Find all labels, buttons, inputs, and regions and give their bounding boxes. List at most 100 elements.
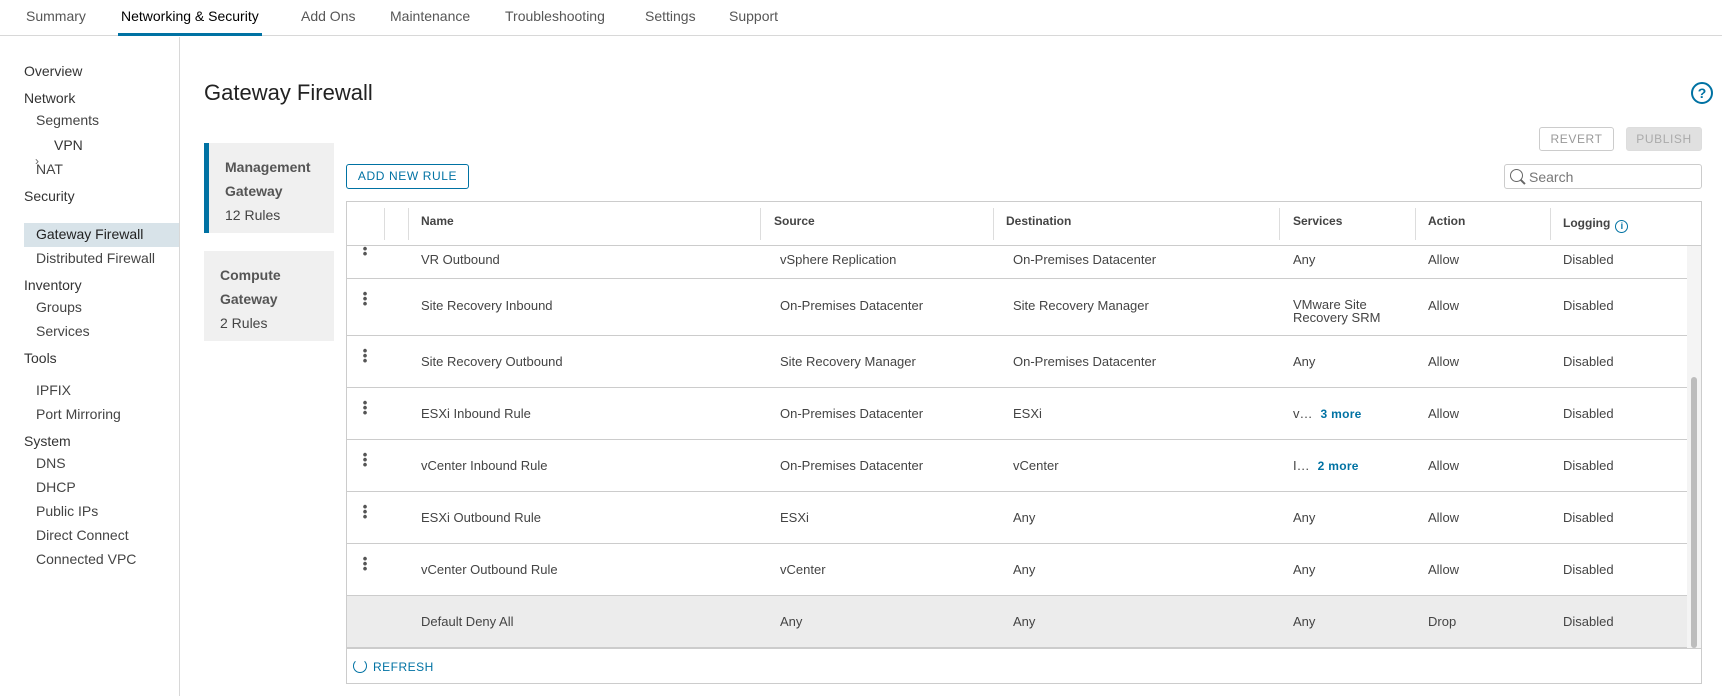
sidebar-item-direct-connect[interactable]: Direct Connect bbox=[36, 527, 129, 543]
rule-name: Site Recovery Outbound bbox=[421, 354, 563, 369]
tab-summary[interactable]: Summary bbox=[26, 8, 86, 36]
table-row[interactable]: ••• VR Outbound vSphere Replication On-P… bbox=[347, 246, 1687, 279]
column-header-action[interactable]: Action bbox=[1428, 214, 1465, 228]
rule-logging: Disabled bbox=[1563, 458, 1614, 473]
row-actions-icon[interactable]: ••• bbox=[360, 344, 370, 367]
table-row[interactable]: • • • Site Recovery Outbound Site Recovery… bbox=[347, 336, 1687, 388]
sidebar-item-dns[interactable]: DNS bbox=[36, 455, 66, 471]
rule-logging: Disabled bbox=[1563, 614, 1614, 629]
search-icon bbox=[1510, 169, 1523, 182]
table-row-default[interactable]: Default Deny All Any Any Any Drop Disabl… bbox=[347, 596, 1687, 648]
search-box bbox=[1504, 164, 1702, 189]
rule-name: Default Deny All bbox=[421, 614, 514, 629]
rules-grid: Name Source Destination Services Action … bbox=[346, 201, 1702, 684]
rule-destination: Any bbox=[1013, 562, 1036, 577]
table-row[interactable]: • • • vCenter Inbound Rule On-Premises Dat… bbox=[347, 440, 1687, 492]
column-header-name[interactable]: Name bbox=[421, 214, 454, 228]
scrollbar-thumb[interactable] bbox=[1691, 377, 1697, 648]
rule-services: v… 3 more bbox=[1293, 406, 1362, 421]
rule-logging: Disabled bbox=[1563, 562, 1614, 577]
sidebar-section-tools: Tools bbox=[24, 350, 57, 366]
rule-services: Any bbox=[1293, 354, 1316, 369]
rule-services: I… 2 more bbox=[1293, 458, 1359, 473]
tab-support[interactable]: Support bbox=[729, 8, 778, 36]
sidebar-item-gateway-firewall[interactable]: Gateway Firewall bbox=[36, 226, 143, 242]
row-actions-icon[interactable]: ••• bbox=[360, 287, 370, 310]
table-row[interactable]: • • • ESXi Outbound Rule ESXi Any Any Allo… bbox=[347, 492, 1687, 544]
rule-services: VMware Site Recovery SRM bbox=[1293, 297, 1381, 325]
tab-add-ons[interactable]: Add Ons bbox=[301, 8, 355, 36]
rule-destination: On-Premises Datacenter bbox=[1013, 252, 1157, 267]
grid-body: ••• VR Outbound vSphere Replication On-P… bbox=[347, 246, 1687, 648]
more-services-link[interactable]: 3 more bbox=[1321, 407, 1362, 421]
column-header-services[interactable]: Services bbox=[1293, 214, 1342, 228]
sidebar-item-segments[interactable]: Segments bbox=[36, 112, 99, 128]
tab-troubleshooting[interactable]: Troubleshooting bbox=[505, 8, 605, 36]
rule-source: On-Premises Datacenter bbox=[780, 458, 924, 473]
sidebar-item-overview[interactable]: Overview bbox=[24, 63, 82, 79]
sidebar-item-groups[interactable]: Groups bbox=[36, 299, 82, 315]
sidebar-item-distributed-firewall[interactable]: Distributed Firewall bbox=[36, 250, 155, 266]
sidebar-section-system: System bbox=[24, 433, 71, 449]
add-new-rule-button[interactable]: ADD NEW RULE bbox=[346, 164, 469, 189]
rule-source: vSphere Replication bbox=[780, 252, 897, 267]
row-actions-icon[interactable]: ••• bbox=[360, 396, 370, 419]
sidebar-item-nat[interactable]: NAT bbox=[36, 161, 63, 177]
table-row[interactable]: • • • vCenter Outbound Rule vCenter Any An… bbox=[347, 544, 1687, 596]
sidebar-item-ipfix[interactable]: IPFIX bbox=[36, 382, 71, 398]
column-header-destination[interactable]: Destination bbox=[1006, 214, 1071, 228]
table-row[interactable]: • • • Site Recovery Inbound On-Premises Da… bbox=[347, 279, 1687, 336]
sidebar-item-dhcp[interactable]: DHCP bbox=[36, 479, 76, 495]
column-header-logging[interactable]: Logging i bbox=[1563, 216, 1629, 233]
column-header-source[interactable]: Source bbox=[774, 214, 815, 228]
rule-action: Allow bbox=[1428, 354, 1460, 369]
table-row[interactable]: • • • ESXi Inbound Rule On-Premises Datace… bbox=[347, 388, 1687, 440]
rule-name: Site Recovery Inbound bbox=[421, 298, 553, 313]
refresh-button[interactable]: REFRESH bbox=[353, 659, 434, 674]
tab-maintenance[interactable]: Maintenance bbox=[390, 8, 470, 36]
sidebar-section-security: Security bbox=[24, 188, 75, 204]
sidebar-item-connected-vpc[interactable]: Connected VPC bbox=[36, 551, 136, 567]
rule-source: On-Premises Datacenter bbox=[780, 298, 924, 313]
gateway-card-compute[interactable]: Compute Gateway 2 Rules bbox=[204, 251, 334, 341]
vertical-scrollbar[interactable] bbox=[1687, 246, 1701, 648]
sidebar-item-services[interactable]: Services bbox=[36, 323, 90, 339]
row-actions-icon[interactable]: ••• bbox=[360, 246, 370, 260]
tab-networking-security[interactable]: Networking & Security bbox=[118, 8, 262, 36]
rule-destination: Any bbox=[1013, 510, 1036, 525]
gateway-rule-count: 12 Rules bbox=[225, 207, 281, 223]
rule-source: Any bbox=[780, 614, 803, 629]
rule-destination: On-Premises Datacenter bbox=[1013, 354, 1157, 369]
gateway-name-line2: Gateway bbox=[220, 291, 278, 307]
rule-destination: vCenter bbox=[1013, 458, 1059, 473]
rule-action: Allow bbox=[1428, 562, 1460, 577]
grid-footer: REFRESH bbox=[347, 648, 1701, 683]
rule-action: Allow bbox=[1428, 252, 1460, 267]
more-services-link[interactable]: 2 more bbox=[1318, 459, 1359, 473]
top-tab-bar: Summary Networking & Security Add Ons Ma… bbox=[0, 0, 1722, 36]
sidebar-item-port-mirroring[interactable]: Port Mirroring bbox=[36, 406, 121, 422]
info-icon[interactable]: i bbox=[1615, 220, 1629, 233]
rule-logging: Disabled bbox=[1563, 298, 1614, 313]
rule-name: ESXi Outbound Rule bbox=[421, 510, 541, 525]
rule-name: vCenter Inbound Rule bbox=[421, 458, 548, 473]
rule-source: On-Premises Datacenter bbox=[780, 406, 924, 421]
help-circle-icon[interactable]: ? bbox=[1691, 82, 1713, 104]
row-actions-icon[interactable]: ••• bbox=[360, 500, 370, 523]
rule-source: vCenter bbox=[780, 562, 826, 577]
publish-button[interactable]: PUBLISH bbox=[1626, 127, 1702, 151]
sidebar-item-vpn[interactable]: VPN bbox=[54, 137, 83, 153]
gateway-card-management[interactable]: Management Gateway 12 Rules bbox=[204, 143, 334, 233]
gateway-rule-count: 2 Rules bbox=[220, 315, 268, 331]
row-actions-icon[interactable]: ••• bbox=[360, 552, 370, 575]
tab-settings[interactable]: Settings bbox=[645, 8, 696, 36]
search-input[interactable] bbox=[1529, 167, 1697, 187]
sidebar-item-public-ips[interactable]: Public IPs bbox=[36, 503, 98, 519]
sidebar-section-network: Network bbox=[24, 90, 76, 106]
sidebar-section-inventory: Inventory bbox=[24, 277, 82, 293]
row-actions-icon[interactable]: ••• bbox=[360, 448, 370, 471]
rule-destination: ESXi bbox=[1013, 406, 1042, 421]
revert-button[interactable]: REVERT bbox=[1539, 127, 1614, 151]
gateway-name: Compute bbox=[220, 267, 281, 283]
page-title: Gateway Firewall bbox=[204, 80, 373, 105]
